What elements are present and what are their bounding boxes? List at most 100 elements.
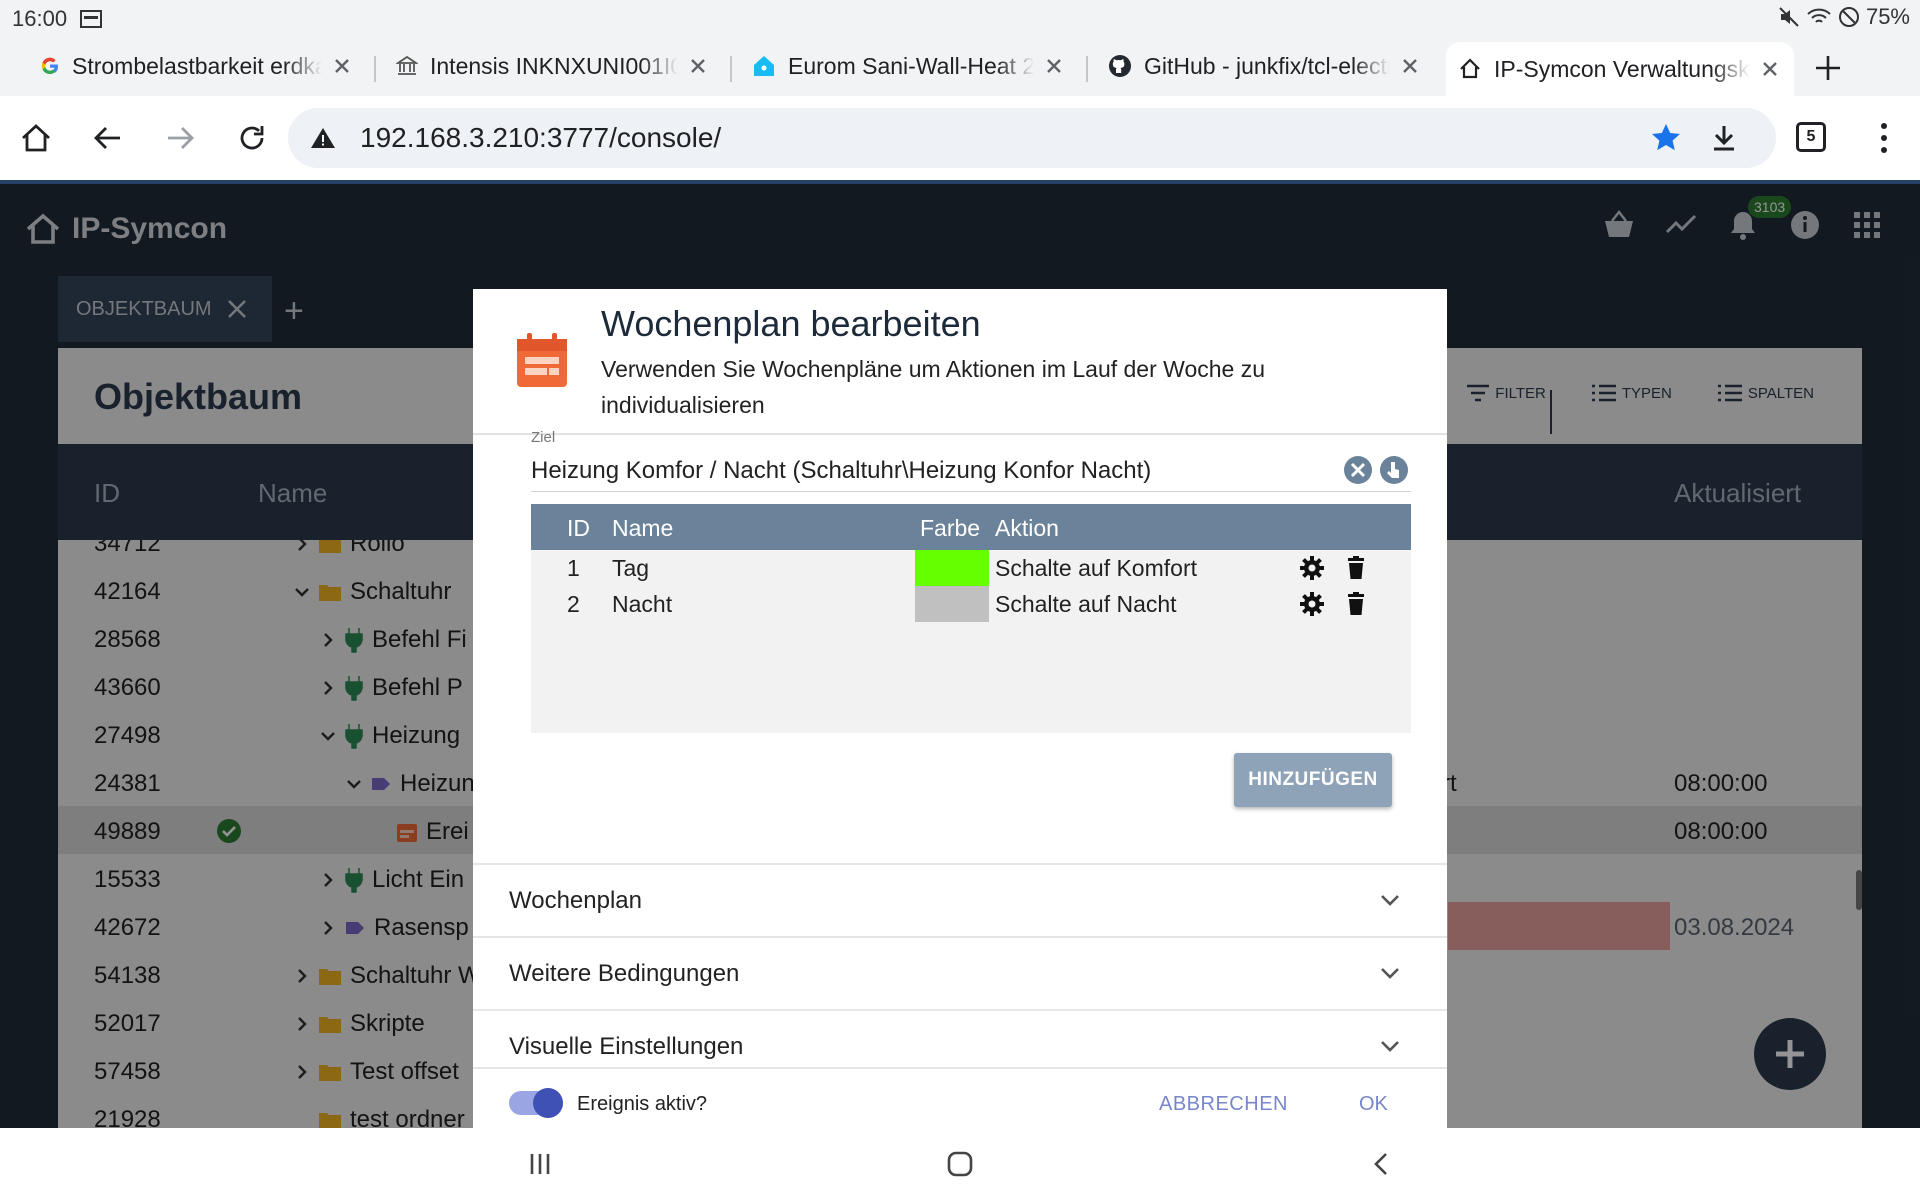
arrow-right-icon	[168, 127, 194, 149]
browser-toolbar: 192.168.3.210:3777/console/ 5	[0, 96, 1920, 180]
tab-title: IP-Symcon Verwaltungskonsole	[1494, 55, 1750, 82]
github-icon	[1109, 55, 1131, 77]
action-id: 1	[567, 555, 580, 581]
tab-separator	[374, 56, 376, 82]
close-tab-icon[interactable]	[1758, 57, 1782, 81]
gear-icon[interactable]	[1299, 555, 1325, 581]
calendar-notification-icon	[80, 10, 102, 28]
arrow-left-icon	[94, 127, 120, 149]
accordion-section[interactable]: Weitere Bedingungen	[473, 936, 1447, 1008]
target-label: Ziel	[531, 429, 556, 446]
close-tab-icon[interactable]	[1398, 54, 1422, 78]
bank-icon	[396, 55, 418, 75]
download-icon[interactable]	[1708, 122, 1740, 154]
new-tab-icon[interactable]	[1812, 52, 1844, 84]
forward-button[interactable]	[158, 116, 202, 160]
section-title: Weitere Bedingungen	[509, 960, 740, 987]
edit-weekly-schedule-dialog: Wochenplan bearbeiten Verwenden Sie Woch…	[473, 289, 1447, 1128]
tab-title: Intensis INKNXUNI001I000	[430, 52, 678, 79]
th-id: ID	[567, 515, 590, 541]
wifi-icon	[1807, 8, 1831, 23]
th-action: Aktion	[995, 515, 1059, 541]
back-nav-icon[interactable]	[1368, 1150, 1396, 1178]
color-swatch[interactable]	[915, 550, 989, 586]
chevron-down-icon[interactable]	[1377, 887, 1403, 913]
close-tab-icon[interactable]	[1042, 54, 1066, 78]
tab-separator	[1086, 56, 1088, 82]
target-field[interactable]: Heizung Komfor / Nacht (Schaltuhr\Heizun…	[531, 457, 1151, 485]
omnibox[interactable]: 192.168.3.210:3777/console/	[288, 108, 1776, 168]
trash-icon[interactable]	[1343, 555, 1369, 581]
home-nav-icon[interactable]	[946, 1150, 974, 1178]
not-secure-warning-icon[interactable]	[310, 126, 336, 150]
system-nav-bar	[0, 1128, 1920, 1200]
ok-button[interactable]: OK	[1359, 1093, 1388, 1116]
do-not-disturb-icon	[1838, 7, 1859, 27]
dialog-subtitle: Verwenden Sie Wochenpläne um Aktionen im…	[601, 356, 1266, 418]
accordion-sections: Wochenplan Weitere Bedingungen Visuelle Ei…	[473, 863, 1447, 1083]
home-icon	[1460, 58, 1480, 79]
browser-tab-1[interactable]: Strombelastbarkeit erdkabel	[28, 42, 366, 90]
accordion-section[interactable]: Wochenplan	[473, 863, 1447, 935]
home-button[interactable]	[14, 116, 58, 160]
gear-icon[interactable]	[1299, 591, 1325, 617]
mute-icon	[1779, 7, 1799, 27]
bookmark-star-icon[interactable]	[1650, 122, 1682, 154]
actions-table-header: ID Name Farbe Aktion	[531, 504, 1411, 550]
chevron-down-icon[interactable]	[1377, 960, 1403, 986]
action-name: Tag	[612, 555, 650, 581]
tab-title: Eurom Sani-Wall-Heat 2000	[788, 52, 1034, 79]
google-icon	[41, 57, 58, 75]
close-tab-icon[interactable]	[686, 54, 710, 78]
dialog-header: Wochenplan bearbeiten Verwenden Sie Woch…	[473, 289, 1447, 435]
reload-button[interactable]	[230, 116, 274, 160]
battery-level: 75%	[1865, 4, 1910, 29]
action-text: Schalte auf Komfort	[995, 555, 1197, 581]
close-tab-icon[interactable]	[330, 54, 354, 78]
calendar-icon	[517, 333, 567, 387]
th-name: Name	[612, 515, 674, 541]
home-assistant-icon	[754, 56, 774, 76]
th-color: Farbe	[920, 515, 981, 541]
browser-tab-3[interactable]: Eurom Sani-Wall-Heat 2000	[740, 42, 1078, 90]
browser-tab-2[interactable]: Intensis INKNXUNI001I000	[384, 42, 722, 90]
tab-switcher-button[interactable]: 5	[1796, 122, 1826, 152]
toggle-knob	[533, 1088, 563, 1118]
add-action-button[interactable]: HINZUFÜGEN	[1234, 753, 1392, 807]
browser-tab-strip: Strombelastbarkeit erdkabel Intensis INK…	[0, 36, 1920, 96]
actions-table-body: 1 Tag Schalte auf Komfort 2 Nacht Schalte auf…	[531, 550, 1411, 733]
chevron-down-icon[interactable]	[1377, 1033, 1403, 1059]
action-name: Nacht	[612, 591, 673, 617]
action-id: 2	[567, 591, 580, 617]
browser-tab-5-active[interactable]: IP-Symcon Verwaltungskonsole	[1446, 42, 1794, 96]
color-swatch[interactable]	[915, 586, 989, 622]
event-active-toggle[interactable]	[509, 1088, 563, 1118]
dialog-title: Wochenplan bearbeiten	[601, 303, 981, 344]
home-icon	[22, 124, 50, 152]
clock: 16:00	[12, 6, 68, 31]
event-active-label: Ereignis aktiv?	[577, 1093, 708, 1115]
clear-target-icon[interactable]	[1343, 455, 1373, 485]
tab-title: Strombelastbarkeit erdkabel	[72, 52, 322, 79]
reload-icon	[240, 126, 264, 150]
recent-apps-icon[interactable]	[526, 1150, 554, 1178]
trash-icon[interactable]	[1343, 591, 1369, 617]
status-icons: 75%	[1778, 4, 1910, 30]
cancel-button[interactable]: ABBRECHEN	[1159, 1093, 1288, 1116]
section-title: Wochenplan	[509, 887, 642, 914]
select-target-icon[interactable]	[1379, 455, 1409, 485]
browser-tab-4[interactable]: GitHub - junkfix/tcl-electric	[1096, 42, 1434, 90]
action-text: Schalte auf Nacht	[995, 591, 1177, 617]
section-title: Visuelle Einstellungen	[509, 1033, 744, 1060]
status-bar: 16:00 75%	[0, 0, 1920, 36]
target-underline	[531, 491, 1411, 492]
url-text[interactable]: 192.168.3.210:3777/console/	[360, 122, 721, 154]
action-row[interactable]: 2 Nacht Schalte auf Nacht	[531, 586, 1411, 622]
more-menu-icon[interactable]	[1868, 118, 1900, 158]
action-row[interactable]: 1 Tag Schalte auf Komfort	[531, 550, 1411, 586]
tab-separator	[730, 56, 732, 82]
back-button[interactable]	[86, 116, 130, 160]
dialog-footer: Ereignis aktiv? ABBRECHEN OK	[473, 1067, 1447, 1128]
actions-table: ID Name Farbe Aktion 1 Tag Schalte auf Kom…	[531, 504, 1411, 733]
tab-title: GitHub - junkfix/tcl-electric	[1144, 52, 1390, 79]
